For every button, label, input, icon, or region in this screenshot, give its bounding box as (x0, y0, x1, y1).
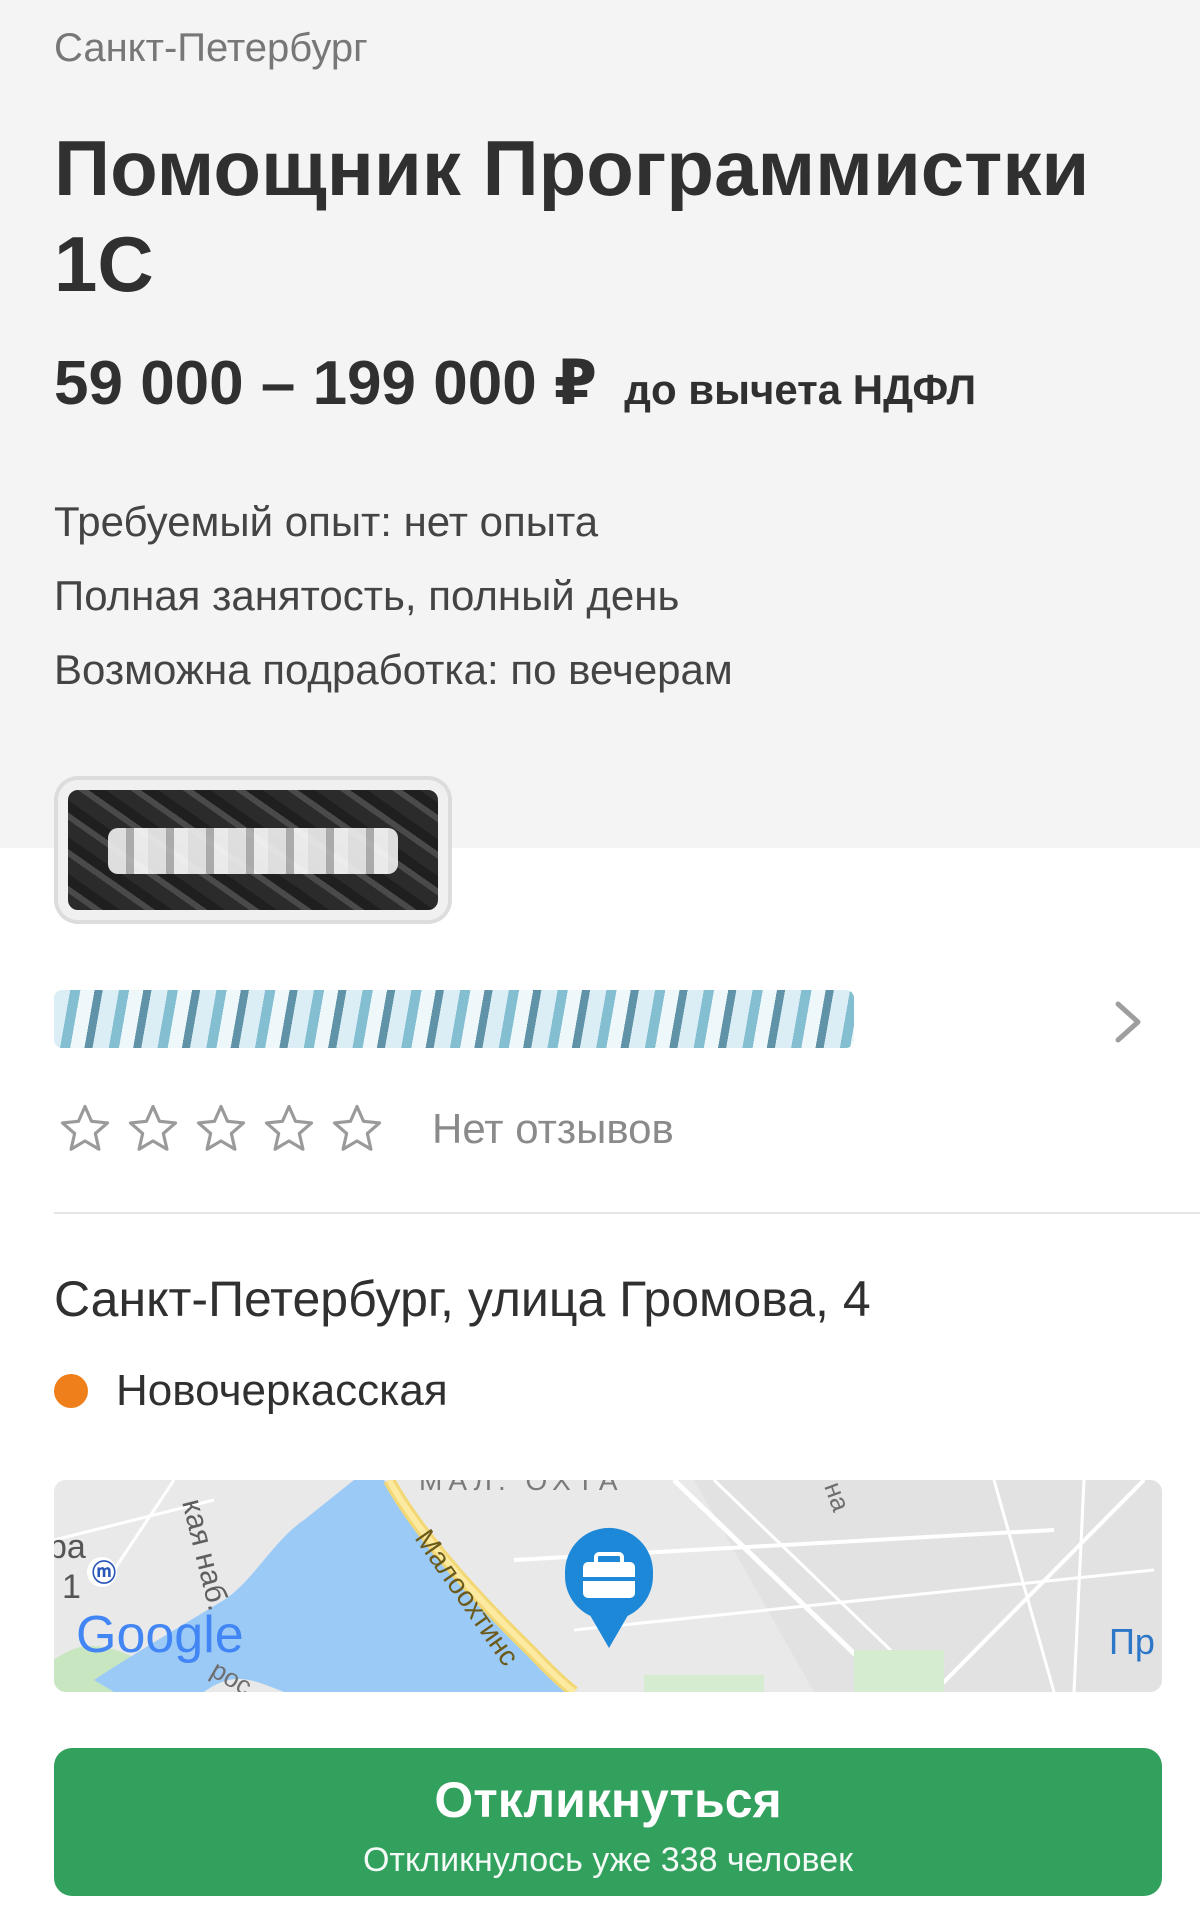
chevron-right-icon (1115, 1001, 1141, 1043)
requirement-employment: Полная занятость, полный день (54, 572, 680, 619)
metro-name: Новочеркасская (116, 1366, 448, 1415)
vacancy-address: Санкт-Петербург, улица Громова, 4 (54, 1271, 871, 1327)
svg-text:ⓜ: ⓜ (92, 1559, 116, 1587)
vacancy-title: Помощник Программистки 1С (54, 124, 1090, 308)
requirements-list: Требуемый опыт: нет опыта Полная занятос… (54, 496, 733, 718)
requirement-part-time: Возможна подработка: по вечерам (54, 646, 733, 693)
map-label-district: МАЛ. ОХТА (419, 1480, 624, 1496)
apply-button-label: Откликнуться (434, 1772, 782, 1828)
logo-redaction-mark (108, 828, 398, 874)
metro-station: Новочеркасская (54, 1366, 448, 1416)
vacancy-city: Санкт-Петербург (54, 26, 368, 70)
salary-note: до вычета НДФЛ (624, 366, 977, 413)
employer-rating[interactable]: Нет отзывов (58, 1094, 674, 1164)
metro-icon: ⓜ (87, 1557, 117, 1587)
metro-line-icon (54, 1374, 88, 1408)
reviews-label[interactable]: Нет отзывов (432, 1105, 674, 1153)
employer-logo-redacted[interactable] (58, 780, 448, 920)
star-icon (60, 1104, 110, 1151)
salary-range: 59 000 – 199 000 ₽ (54, 349, 598, 418)
vacancy-salary: 59 000 – 199 000 ₽ до вычета НДФЛ (54, 346, 976, 419)
map-label-digit-partial: 1 (62, 1568, 81, 1606)
star-icon (128, 1104, 178, 1151)
employer-name-redacted[interactable] (54, 990, 854, 1048)
map-label-left-partial: ра (54, 1528, 86, 1566)
bottom-action-bar: Откликнуться Откликнулось уже 338 челове… (0, 1720, 1200, 1918)
apply-button[interactable]: Откликнуться Откликнулось уже 338 челове… (54, 1748, 1162, 1896)
section-divider (54, 1212, 1200, 1214)
star-icon (332, 1104, 382, 1151)
map-label-right-partial: Пр (1109, 1621, 1155, 1662)
star-icon (196, 1104, 246, 1151)
employer-row[interactable] (0, 970, 1200, 1070)
map-canvas: МАЛ. ОХТА кая наб. Малоохтинс рос на ра … (54, 1480, 1162, 1692)
location-map[interactable]: МАЛ. ОХТА кая наб. Малоохтинс рос на ра … (54, 1480, 1162, 1692)
google-logo: Google (76, 1606, 244, 1664)
apply-count-label: Откликнулось уже 338 человек (362, 1841, 854, 1879)
star-icon (264, 1104, 314, 1151)
requirement-experience: Требуемый опыт: нет опыта (54, 498, 599, 545)
